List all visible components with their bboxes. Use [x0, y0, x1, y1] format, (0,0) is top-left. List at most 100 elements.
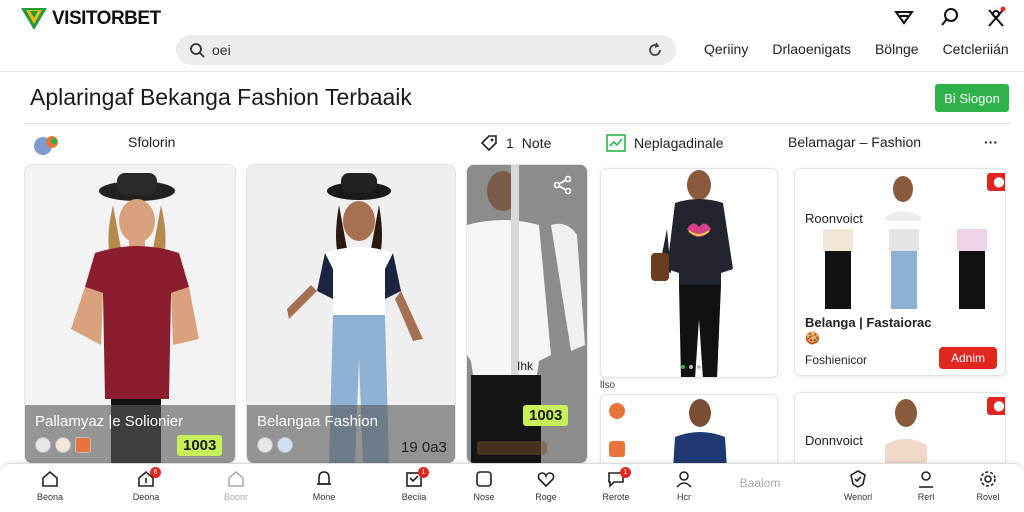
tag-icon [480, 135, 497, 152]
square-icon [476, 471, 492, 487]
model-image [885, 176, 921, 221]
brand-logo[interactable]: VISITORBET [20, 6, 161, 32]
nav-item-2[interactable]: 6 Deona [118, 467, 174, 502]
user-close-icon[interactable] [984, 6, 1008, 28]
search-input[interactable] [212, 42, 646, 58]
product-card-3[interactable]: Ihk 1003 [466, 164, 588, 464]
more-icon[interactable]: ··· [984, 134, 998, 150]
collection-header: Donnvoict [805, 433, 863, 448]
outfit-row-image [823, 229, 987, 309]
avatar-icon [34, 136, 58, 155]
nav-item-1[interactable]: Beona [22, 469, 78, 502]
bell-icon [317, 471, 331, 485]
flag-icon [75, 437, 91, 453]
badge-icon [257, 437, 273, 453]
nav-label: Nose [473, 492, 495, 502]
home-icon [42, 470, 58, 487]
filter-note[interactable]: 1 Note [480, 134, 551, 152]
search-bar[interactable] [176, 35, 676, 65]
search-icon[interactable] [938, 6, 962, 28]
filter-chart[interactable]: Neplagadinale [606, 134, 724, 152]
price-tag: 19 0a3 [401, 439, 447, 456]
mini-label: llso [600, 380, 616, 391]
avatar-group[interactable] [32, 134, 60, 156]
logo-text: VISITORBET [52, 8, 161, 29]
page-title: Aplaringaf Bekanga Fashion Terbaaik [30, 84, 412, 110]
nav-label: Rovel [976, 492, 1000, 502]
nav-link-3[interactable]: Bölnge [875, 41, 919, 57]
product-card-2[interactable]: Belangaa Fashion 19 0a3 [246, 164, 456, 464]
carousel-dots[interactable] [681, 365, 701, 369]
nav-label: Hcr [677, 492, 691, 502]
nav-item-5[interactable]: 1 Beciia [386, 467, 442, 502]
settings-icon [980, 471, 996, 487]
section-label-text: Belamagar – Fashion [788, 134, 922, 150]
filter-salon[interactable]: Sfolorin [128, 134, 175, 150]
filter-row: Sfolorin 1 Note Neplagadinale Belamagar … [0, 128, 1024, 158]
section-label: Belamagar – Fashion [788, 134, 921, 150]
nav-label: Rerl [917, 492, 935, 502]
nav-badge: 1 [418, 467, 429, 478]
nav-item-13[interactable]: Rovel [960, 469, 1016, 502]
model-image [885, 399, 927, 467]
product-image [673, 399, 727, 467]
card-title: Belangaa Fashion [257, 413, 378, 430]
emoji-icon: 🍪 [805, 331, 820, 345]
top-header: VISITORBET Qeriiny Drlaoenigats Bölnge C… [0, 0, 1024, 72]
filter-salon-label: Sfolorin [128, 134, 176, 150]
user-icon [676, 471, 692, 488]
filter-note-label: Note [521, 135, 552, 151]
filter-note-count: 1 [506, 135, 514, 151]
nav-label: Rerote [602, 492, 630, 502]
nav-item-12[interactable]: Rerl [898, 469, 954, 502]
nav-item-9[interactable]: Hcr [656, 469, 712, 502]
notification-badge: ⬤ [987, 397, 1005, 415]
admin-button[interactable]: Adnim [939, 347, 997, 369]
nav-label: Roge [535, 492, 557, 502]
nav-item-11[interactable]: Wenorl [830, 469, 886, 502]
primary-action-button[interactable]: Bi Slogon [935, 84, 1009, 112]
product-card-5[interactable] [600, 394, 778, 468]
nav-label: Baalom [739, 476, 781, 490]
navigation-icon[interactable] [892, 6, 916, 28]
nav-item-3[interactable]: Boonr [208, 469, 264, 502]
brand-icon [609, 403, 625, 419]
nav-label: Wenorl [843, 492, 873, 502]
top-icon-group [892, 6, 1008, 28]
nav-label: Beona [36, 492, 64, 502]
share-icon[interactable] [553, 175, 573, 195]
heart-icon [537, 472, 555, 488]
nav-item-10[interactable]: Baalom [732, 476, 788, 490]
nav-item-8[interactable]: 1 Rerote [588, 467, 644, 502]
tag-icon [609, 441, 625, 457]
product-card-4[interactable] [600, 168, 778, 378]
nav-link-1[interactable]: Qeriiny [704, 41, 748, 57]
refresh-icon[interactable] [646, 41, 664, 59]
notification-badge: ⬤ [987, 173, 1005, 191]
heart-icon[interactable] [55, 437, 71, 453]
bottom-navigation: Beona 6 Deona Boonr Mone 1 Beciia Nose R… [0, 463, 1024, 512]
collection-card-top[interactable]: ⬤ Roonvoict Belanga | Fastaiorac 🍪 Foshi… [794, 168, 1006, 376]
nav-badge: 6 [150, 467, 161, 478]
collection-card-bottom[interactable]: ⬤ Donnvoict [794, 392, 1006, 468]
nav-label: Deona [132, 492, 160, 502]
search-icon [190, 43, 205, 58]
card-icon-row [35, 437, 91, 453]
collection-header: Roonvoict [805, 211, 863, 226]
nav-item-7[interactable]: Roge [518, 469, 574, 502]
card-title: Pallamyaz |e Solionier [35, 413, 184, 430]
badge-icon [35, 437, 51, 453]
nav-item-6[interactable]: Nose [456, 469, 512, 502]
collection-subtitle: Foshienicor [805, 353, 868, 367]
product-card-1[interactable]: Pallamyaz |e Solionier 1003 [24, 164, 236, 464]
side-label: Ihk [517, 359, 534, 373]
app-window: VISITORBET Qeriiny Drlaoenigats Bölnge C… [0, 0, 1024, 512]
nav-label: Beciia [401, 492, 427, 502]
header-nav: Qeriiny Drlaoenigats Bölnge Cetcleriián [704, 41, 1009, 57]
divider [24, 123, 1010, 124]
nav-badge: 1 [620, 467, 631, 478]
nav-item-4[interactable]: Mone [296, 469, 352, 502]
nav-link-4[interactable]: Cetcleriián [943, 41, 1009, 57]
nav-link-2[interactable]: Drlaoenigats [772, 41, 851, 57]
price-tag: 1003 [177, 435, 223, 456]
